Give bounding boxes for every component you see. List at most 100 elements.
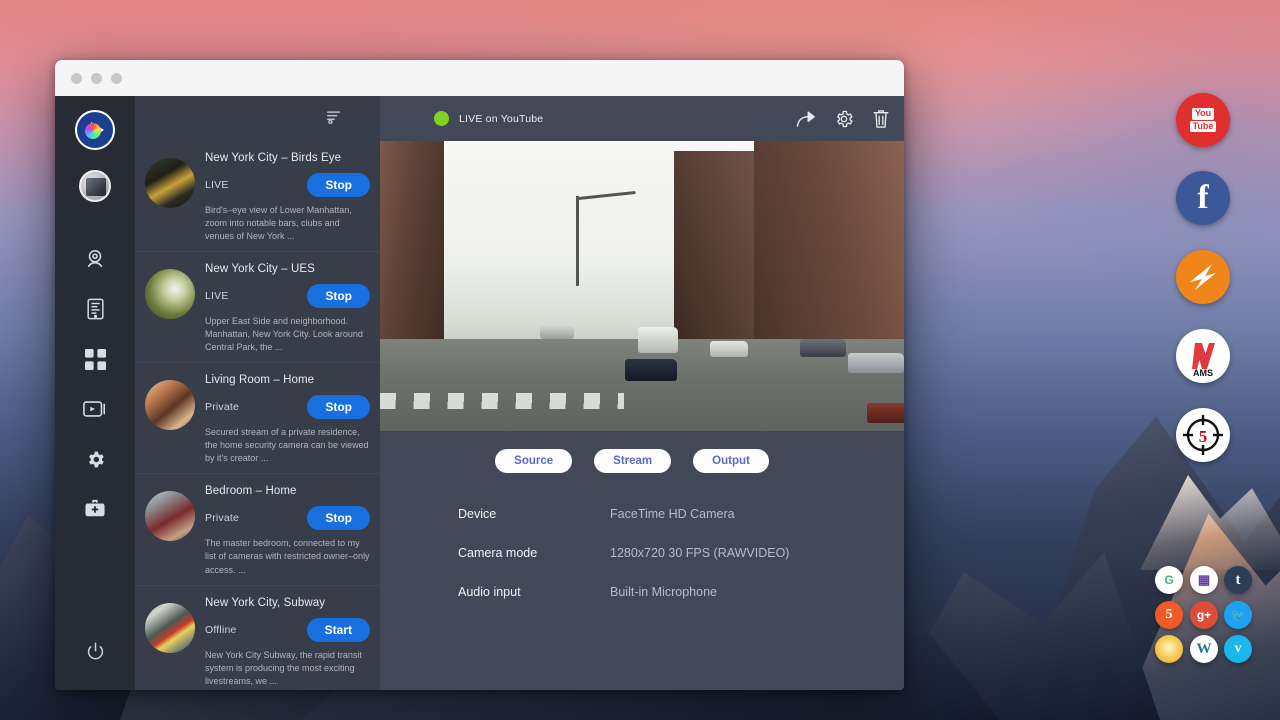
camera-status: Private xyxy=(205,401,239,413)
tumblr-icon[interactable]: t xyxy=(1224,566,1252,594)
window-titlebar xyxy=(55,60,904,96)
camera-description: New York City Subway, the rapid transit … xyxy=(205,649,370,688)
camera-list-item[interactable]: New York City – Birds Eye LIVE Stop Bird… xyxy=(135,141,380,252)
detail-row-camera-mode: Camera mode 1280x720 30 FPS (RAWVIDEO) xyxy=(458,546,904,560)
svg-text:5: 5 xyxy=(1199,427,1208,446)
live-indicator-dot xyxy=(434,111,449,126)
minimize-button[interactable] xyxy=(91,73,102,84)
camera-thumbnail xyxy=(145,380,195,430)
detail-value[interactable]: FaceTime HD Camera xyxy=(610,507,735,521)
close-button[interactable] xyxy=(71,73,82,84)
google-plus-icon[interactable]: g+ xyxy=(1190,601,1218,629)
camera-description: Upper East Side and neighborhood. Manhat… xyxy=(205,315,370,354)
twitter-icon[interactable]: 🐦 xyxy=(1224,601,1252,629)
sort-icon[interactable] xyxy=(326,109,342,130)
camera-action-button[interactable]: Stop xyxy=(307,506,370,530)
user-avatar[interactable] xyxy=(79,170,111,202)
detail-row-audio-input: Audio input Built-in Microphone xyxy=(458,585,904,599)
camera-action-button[interactable]: Stop xyxy=(307,284,370,308)
detail-value[interactable]: 1280x720 30 FPS (RAWVIDEO) xyxy=(610,546,789,560)
main-toolbar: LIVE on YouTube xyxy=(380,96,904,141)
camera-action-button[interactable]: Stop xyxy=(307,395,370,419)
first-aid-kit-icon[interactable] xyxy=(73,484,117,534)
tab-output[interactable]: Output xyxy=(693,449,769,473)
youtube-icon[interactable]: You Tube xyxy=(1176,93,1230,147)
wowza-bolt-icon[interactable] xyxy=(1176,250,1230,304)
tab-stream[interactable]: Stream xyxy=(594,449,671,473)
lightning-icon xyxy=(1182,256,1224,298)
screen-video-icon[interactable] xyxy=(73,384,117,434)
detail-tabs[interactable]: Source Stream Output xyxy=(380,431,884,473)
share-icon[interactable] xyxy=(796,110,816,128)
power-icon[interactable] xyxy=(73,626,117,676)
wordpress-icon[interactable]: W xyxy=(1190,635,1218,663)
camera-title: New York City, Subway xyxy=(205,595,370,618)
crosshair-icon: 5 xyxy=(1179,411,1227,459)
camera-thumbnail xyxy=(145,603,195,653)
zoom-button[interactable] xyxy=(111,73,122,84)
source-details: Device FaceTime HD Camera Camera mode 12… xyxy=(380,473,904,624)
video-car xyxy=(540,325,574,339)
camera-thumbnail xyxy=(145,269,195,319)
camera-list-column: New York City – Birds Eye LIVE Stop Bird… xyxy=(135,96,380,690)
camera-description: Secured stream of a private residence, t… xyxy=(205,426,370,465)
camera-action-button[interactable]: Stop xyxy=(307,173,370,197)
adobe-ams-icon xyxy=(1181,334,1225,378)
detail-label: Camera mode xyxy=(458,546,610,560)
gear-icon[interactable] xyxy=(834,109,854,129)
g-service-icon[interactable]: G xyxy=(1155,566,1183,594)
webcam-icon[interactable] xyxy=(73,234,117,284)
video-street-lamp-pole xyxy=(576,196,579,286)
video-car xyxy=(710,341,748,357)
tab-source[interactable]: Source xyxy=(495,449,572,473)
grid-icon[interactable] xyxy=(73,334,117,384)
app-window: New York City – Birds Eye LIVE Stop Bird… xyxy=(55,60,904,690)
desktop: New York City – Birds Eye LIVE Stop Bird… xyxy=(0,0,1280,720)
detail-value[interactable]: Built-in Microphone xyxy=(610,585,717,599)
camera-title: New York City – Birds Eye xyxy=(205,150,370,173)
camera-list-item[interactable]: New York City, Subway Offline Start New … xyxy=(135,586,380,690)
camera-list-item[interactable]: Bedroom – Home Private Stop The master b… xyxy=(135,474,380,585)
camera-status: LIVE xyxy=(205,290,229,302)
sun-icon[interactable] xyxy=(1155,635,1183,663)
detail-label: Audio input xyxy=(458,585,610,599)
camera-description: The master bedroom, connected to my list… xyxy=(205,537,370,576)
camera-list-item[interactable]: New York City – UES LIVE Stop Upper East… xyxy=(135,252,380,363)
sidebar-rail xyxy=(55,96,135,690)
camera-title: Bedroom – Home xyxy=(205,483,370,506)
live-status-label: LIVE on YouTube xyxy=(459,113,543,125)
gear-icon[interactable] xyxy=(73,434,117,484)
app-logo[interactable] xyxy=(75,110,115,150)
detail-row-device: Device FaceTime HD Camera xyxy=(458,507,904,521)
video-building-right-far xyxy=(674,151,764,366)
facebook-icon[interactable]: f xyxy=(1176,171,1230,225)
detail-label: Device xyxy=(458,507,610,521)
camera-list-item[interactable]: Living Room – Home Private Stop Secured … xyxy=(135,363,380,474)
live-status: LIVE on YouTube xyxy=(434,111,543,126)
camera-status: LIVE xyxy=(205,179,229,191)
video-car xyxy=(800,339,846,357)
trash-icon[interactable] xyxy=(872,109,890,129)
video-car xyxy=(848,353,904,373)
mobile-device-icon[interactable] xyxy=(73,284,117,334)
main-panel: LIVE on YouTube xyxy=(380,96,904,690)
video-preview[interactable] xyxy=(380,141,904,431)
video-building-left xyxy=(380,141,444,341)
logo-swirl-icon xyxy=(85,123,101,139)
video-car xyxy=(638,327,678,353)
camera-status: Offline xyxy=(205,624,237,636)
target-five-icon[interactable]: 5 xyxy=(1176,408,1230,462)
vimeo-icon[interactable]: v xyxy=(1224,635,1252,663)
camera-action-button[interactable]: Start xyxy=(307,618,370,642)
wowza-icon[interactable] xyxy=(1176,329,1230,383)
camera-status: Private xyxy=(205,512,239,524)
camera-list[interactable]: New York City – Birds Eye LIVE Stop Bird… xyxy=(135,141,380,690)
twitch-icon[interactable]: ▦ xyxy=(1190,566,1218,594)
video-car xyxy=(625,359,677,381)
camera-thumbnail xyxy=(145,491,195,541)
list-toolbar xyxy=(135,96,380,141)
video-car xyxy=(867,403,904,423)
camera-thumbnail xyxy=(145,158,195,208)
camera-description: Bird's–eye view of Lower Manhattan, zoom… xyxy=(205,204,370,243)
five-icon[interactable]: 5 xyxy=(1155,601,1183,629)
